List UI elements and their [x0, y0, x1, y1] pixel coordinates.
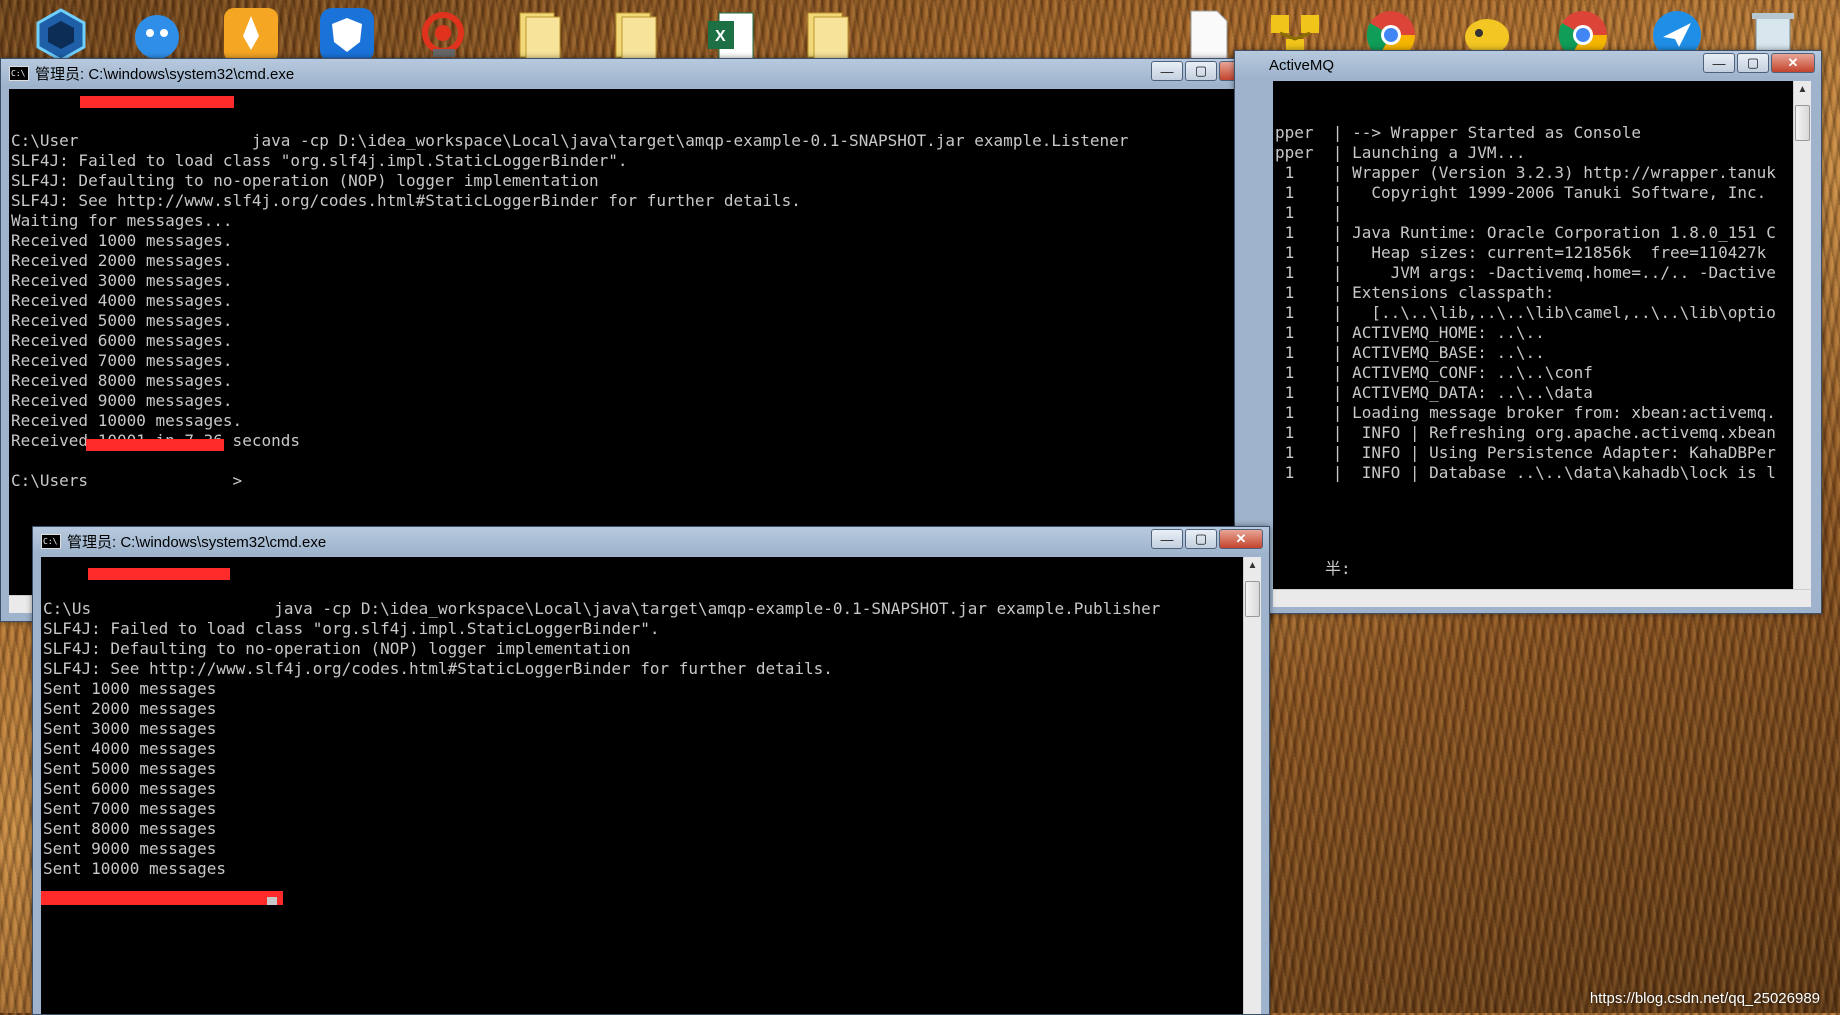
console-line: Sent 3000 messages — [43, 719, 217, 738]
document-icon[interactable] — [1178, 4, 1240, 66]
console-line: 1 | — [1275, 203, 1343, 222]
console-line: C:\Users > — [11, 471, 243, 490]
console-line: 1 | ACTIVEMQ_DATA: ..\..\data — [1275, 383, 1593, 402]
console-line: Sent 4000 messages — [43, 739, 217, 758]
console-line: C:\User java -cp D:\idea_workspace\Local… — [11, 131, 1129, 150]
rocket-app-icon[interactable] — [220, 4, 282, 66]
redacted-prompt — [41, 891, 283, 905]
console-line: 1 | INFO | Refreshing org.apache.activem… — [1275, 423, 1776, 442]
vertical-scrollbar[interactable]: ▲ — [1793, 81, 1811, 589]
console-line: 1 | INFO | Database ..\..\data\kahadb\lo… — [1275, 463, 1776, 482]
console-line: 1 | Loading message broker from: xbean:a… — [1275, 403, 1776, 422]
console-line: C:\Us java -cp D:\idea_workspace\Local\j… — [43, 599, 1161, 618]
console-line: 1 | Heap sizes: current=121856k free=110… — [1275, 243, 1767, 262]
horizontal-scrollbar[interactable] — [1273, 589, 1811, 607]
console-output[interactable]: pper | --> Wrapper Started as Console ppe… — [1273, 81, 1793, 589]
minimize-button[interactable]: — — [1151, 61, 1183, 81]
console-line: 1 | Java Runtime: Oracle Corporation 1.8… — [1275, 223, 1776, 242]
console-line: SLF4J: See http://www.slf4j.org/codes.ht… — [11, 191, 801, 210]
console-line: Received 10000 messages. — [11, 411, 243, 430]
console-lines: C:\Us java -cp D:\idea_workspace\Local\j… — [43, 599, 1243, 879]
console-line: Sent 10000 messages — [43, 859, 227, 878]
qq-icon[interactable] — [126, 4, 188, 66]
console-lines: pper | --> Wrapper Started as Console ppe… — [1275, 123, 1793, 483]
console-line: Received 9000 messages. — [11, 391, 233, 410]
minimize-button[interactable]: — — [1703, 53, 1735, 73]
console-line: Received 7000 messages. — [11, 351, 233, 370]
folder-icon[interactable] — [796, 4, 858, 66]
shield-app-icon[interactable] — [316, 4, 378, 66]
svg-text:X: X — [715, 28, 726, 45]
title-bar[interactable]: ActiveMQ — ▢ ✕ — [1235, 51, 1821, 79]
console-output[interactable]: C:\User java -cp D:\idea_workspace\Local… — [9, 89, 1243, 597]
maximize-button[interactable]: ▢ — [1185, 529, 1217, 549]
console-line: Sent 1000 messages — [43, 679, 217, 698]
console-line: 1 | INFO | Using Persistence Adapter: Ka… — [1275, 443, 1776, 462]
console-line: pper | Launching a JVM... — [1275, 143, 1526, 162]
console-line: 1 | ACTIVEMQ_CONF: ..\..\conf — [1275, 363, 1593, 382]
console-line: Sent 2000 messages — [43, 699, 217, 718]
console-line: Received 4000 messages. — [11, 291, 233, 310]
console-line: 1 | ACTIVEMQ_BASE: ..\.. — [1275, 343, 1545, 362]
ime-indicator: 半: — [1325, 559, 1351, 578]
cmd-icon: C:\ — [41, 533, 61, 549]
console-line: Received 8000 messages. — [11, 371, 233, 390]
minimize-button[interactable]: — — [1151, 529, 1183, 549]
console-line: Received 2000 messages. — [11, 251, 233, 270]
folder-icon[interactable] — [604, 4, 666, 66]
console-output[interactable]: C:\Us java -cp D:\idea_workspace\Local\j… — [41, 557, 1243, 1014]
title-bar[interactable]: C:\ 管理员: C:\windows\system32\cmd.exe — ▢… — [1, 59, 1269, 87]
console-line: Waiting for messages... — [11, 211, 233, 230]
scroll-up-arrow[interactable]: ▲ — [1794, 81, 1811, 99]
window-title: 管理员: C:\windows\system32\cmd.exe — [35, 65, 295, 83]
console-line: Sent 9000 messages — [43, 839, 217, 858]
redaction-bar — [80, 96, 234, 108]
console-line: SLF4J: Defaulting to no-operation (NOP) … — [43, 639, 631, 658]
console-line: Sent 8000 messages — [43, 819, 217, 838]
console-line: Received 3000 messages. — [11, 271, 233, 290]
redaction-bar — [88, 568, 230, 580]
excel-icon[interactable]: X — [700, 4, 762, 66]
redaction-bar — [86, 439, 224, 451]
window-title: 管理员: C:\windows\system32\cmd.exe — [67, 533, 327, 551]
watermark: https://blog.csdn.net/qq_25026989 — [1589, 990, 1820, 1007]
console-line: Sent 6000 messages — [43, 779, 217, 798]
scroll-up-arrow[interactable]: ▲ — [1244, 557, 1261, 575]
console-line: SLF4J: See http://www.slf4j.org/codes.ht… — [43, 659, 833, 678]
console-line: Sent 5000 messages — [43, 759, 217, 778]
scroll-thumb[interactable] — [1795, 105, 1810, 141]
console-line: SLF4J: Failed to load class "org.slf4j.i… — [43, 619, 660, 638]
activemq-window[interactable]: ActiveMQ — ▢ ✕ pper | --> Wrapper Starte… — [1234, 50, 1822, 614]
console-line: SLF4J: Failed to load class "org.slf4j.i… — [11, 151, 628, 170]
maximize-button[interactable]: ▢ — [1737, 53, 1769, 73]
title-bar[interactable]: C:\ 管理员: C:\windows\system32\cmd.exe — ▢… — [33, 527, 1269, 555]
scroll-thumb[interactable] — [1245, 581, 1260, 617]
console-line: 1 | JVM args: -Dactivemq.home=../.. -Dac… — [1275, 263, 1776, 282]
console-line: Sent 7000 messages — [43, 799, 217, 818]
close-button[interactable]: ✕ — [1771, 53, 1815, 73]
cmd-icon: C:\ — [9, 65, 29, 81]
console-lines: C:\User java -cp D:\idea_workspace\Local… — [11, 131, 1243, 491]
maximize-button[interactable]: ▢ — [1185, 61, 1217, 81]
vertical-scrollbar[interactable]: ▲ — [1243, 557, 1261, 1014]
folder-icon[interactable] — [508, 4, 570, 66]
console-line: 1 | [..\..\lib,..\..\lib\camel,..\..\lib… — [1275, 303, 1776, 322]
console-line: Received 6000 messages. — [11, 331, 233, 350]
close-button[interactable]: ✕ — [1219, 529, 1263, 549]
console-line: Received 5000 messages. — [11, 311, 233, 330]
publisher-cmd-window[interactable]: C:\ 管理员: C:\windows\system32\cmd.exe — ▢… — [32, 526, 1270, 1015]
text-cursor — [267, 897, 277, 905]
console-line: Received 1000 messages. — [11, 231, 233, 250]
console-line: 1 | ACTIVEMQ_HOME: ..\.. — [1275, 323, 1545, 342]
console-line: pper | --> Wrapper Started as Console — [1275, 123, 1642, 142]
console-line: 1 | Wrapper (Version 3.2.3) http://wrapp… — [1275, 163, 1776, 182]
console-line: 1 | Extensions classpath: — [1275, 283, 1555, 302]
spiral-app-icon[interactable] — [412, 4, 474, 66]
console-line: SLF4J: Defaulting to no-operation (NOP) … — [11, 171, 599, 190]
console-line: 1 | Copyright 1999-2006 Tanuki Software,… — [1275, 183, 1767, 202]
window-title: ActiveMQ — [1269, 56, 1335, 74]
hexagon-app-icon[interactable] — [30, 4, 92, 66]
